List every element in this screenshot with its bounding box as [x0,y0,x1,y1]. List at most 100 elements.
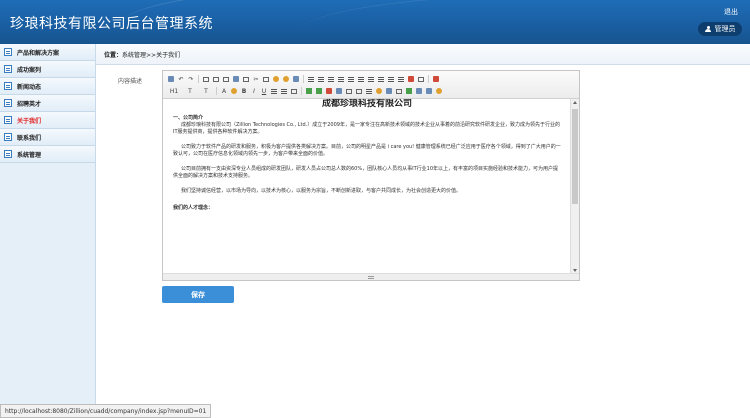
unordered-list-icon[interactable] [357,75,365,83]
undo-icon[interactable]: ↶ [177,75,185,83]
breadcrumb: 位置： 系统管理>>关于我们 [96,44,750,65]
user-icon [705,25,712,33]
sidebar-item-news[interactable]: 新闻动态 [0,78,95,95]
sidebar-item-cases[interactable]: 成功案列 [0,61,95,78]
scroll-down-icon[interactable] [573,269,577,272]
italic-button[interactable]: I [250,87,258,95]
editor-content[interactable]: 成都珍琅科技有限公司 一、公司简介 成都珍琅科技有限公司（Zillion Tec… [163,99,571,274]
redo-icon[interactable]: ↷ [187,75,195,83]
copy-icon[interactable] [262,75,270,83]
align-right-icon[interactable] [327,75,335,83]
bold-button[interactable]: B [240,87,248,95]
paragraph: 成都珍琅科技有限公司（Zillion Technologies Co., Ltd… [173,122,560,135]
sidebar-item-label: 成功案列 [17,66,42,74]
remove-format-icon[interactable] [290,87,298,95]
file-icon[interactable] [345,87,353,95]
flash-icon[interactable] [325,87,333,95]
browser-status-bar: http://localhost:8080/Zillion/cuadd/comp… [0,404,212,418]
new-document-icon[interactable] [202,75,210,83]
list-icon [4,48,12,56]
image-icon[interactable] [305,87,313,95]
ordered-list-icon[interactable] [347,75,355,83]
table-icon[interactable] [355,87,363,95]
outdent-icon[interactable] [377,75,385,83]
scroll-up-icon[interactable] [573,101,577,104]
preview-icon[interactable] [222,75,230,83]
about-icon[interactable] [435,87,443,95]
list-icon [4,150,12,158]
list-icon [4,116,12,124]
editor-scrollbar[interactable] [570,99,579,274]
print-icon[interactable] [212,75,220,83]
highlight-color-icon[interactable] [230,87,238,95]
save-button[interactable]: 保存 [162,286,234,303]
admin-user-button[interactable]: 管理员 [698,22,742,36]
indent-icon[interactable] [367,75,375,83]
paragraph: 公司致力于软件产品的研发和服务，积极为客户提供各类解决方案。目前，公司的明星产品… [173,144,561,157]
paste-icon[interactable] [272,75,280,83]
breadcrumb-path: 系统管理>>关于我们 [122,51,181,59]
font-family-dropdown[interactable]: T [183,87,197,95]
cut-icon[interactable]: ✂ [252,75,260,83]
sidebar-item-products[interactable]: 产品和解决方案 [0,44,95,61]
sidebar-item-recruitment[interactable]: 招聘英才 [0,95,95,112]
document-title: 成都珍琅科技有限公司 [321,99,412,109]
section-heading: 一、公司简介 [173,115,204,121]
paragraph: 公司目前拥有一支由资深专业人员组成的研发团队，研发人员占公司总人数的60%，团队… [173,166,559,179]
list-icon [4,82,12,90]
editor-resize-handle[interactable] [163,273,579,280]
link-icon[interactable] [415,87,423,95]
page-break-icon[interactable] [395,87,403,95]
strikethrough-icon[interactable] [270,87,278,95]
emoticon-icon[interactable] [375,87,383,95]
line-height-icon[interactable] [280,87,288,95]
grip-icon [368,275,374,279]
font-size-dropdown[interactable]: T [199,87,213,95]
list-icon [4,99,12,107]
rich-text-editor[interactable]: ↶ ↷ ✂ H1 T T A B I U 成都珍琅科技有限公司 一、公司简介 成… [162,70,580,281]
toolbar-row-1: ↶ ↷ ✂ [167,73,575,85]
paste-text-icon[interactable] [282,75,290,83]
sidebar-item-label: 产品和解决方案 [17,49,60,57]
select-all-icon[interactable] [417,75,425,83]
media-icon[interactable] [335,87,343,95]
source-icon[interactable] [167,75,175,83]
underline-button[interactable]: U [260,87,268,95]
subscript-icon[interactable] [387,75,395,83]
sidebar: 产品和解决方案 成功案列 新闻动态 招聘英才 关于我们 联系我们 系统管理 [0,44,96,418]
list-icon [4,133,12,141]
align-center-icon[interactable] [317,75,325,83]
sidebar-item-contact[interactable]: 联系我们 [0,129,95,146]
anchor-icon[interactable] [405,87,413,95]
superscript-icon[interactable] [397,75,405,83]
sidebar-item-label: 联系我们 [17,134,42,142]
status-url: http://localhost:8080/Zillion/cuadd/comp… [5,407,207,415]
horizontal-rule-icon[interactable] [365,87,373,95]
align-left-icon[interactable] [307,75,315,83]
scroll-thumb[interactable] [572,109,578,204]
clear-format-icon[interactable] [407,75,415,83]
fullscreen-icon[interactable] [432,75,440,83]
sidebar-item-about[interactable]: 关于我们 [0,112,95,129]
top-header: 珍琅科技有限公司后台管理系统 退出 管理员 [0,0,750,44]
list-icon [4,65,12,73]
sidebar-item-system[interactable]: 系统管理 [0,146,95,163]
sidebar-item-label: 系统管理 [17,151,42,159]
font-color-button[interactable]: A [220,87,228,95]
template-icon[interactable] [232,75,240,83]
breadcrumb-prefix: 位置： [104,51,123,59]
sidebar-item-label: 关于我们 [17,117,42,125]
content-description-label: 内容描述 [118,78,143,85]
paste-word-icon[interactable] [292,75,300,83]
toolbar-row-2: H1 T T A B I U [167,85,575,97]
logout-link[interactable]: 退出 [724,7,738,17]
align-justify-icon[interactable] [337,75,345,83]
multi-image-icon[interactable] [315,87,323,95]
heading-dropdown[interactable]: H1 [167,87,181,95]
unlink-icon[interactable] [425,87,433,95]
section-heading: 我们的人才理念： [173,205,214,211]
code-icon[interactable] [242,75,250,83]
special-char-icon[interactable] [385,87,393,95]
editor-toolbar: ↶ ↷ ✂ H1 T T A B I U [163,71,579,99]
sidebar-item-label: 招聘英才 [17,100,42,108]
